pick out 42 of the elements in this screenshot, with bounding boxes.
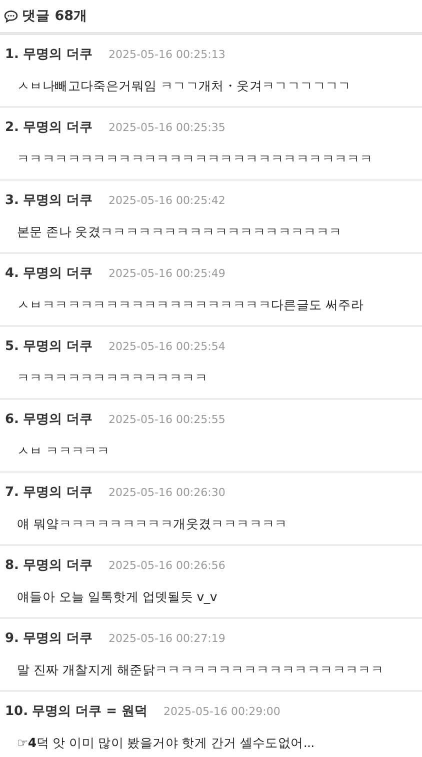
comment-time: 2025-05-16 00:26:56: [108, 558, 226, 574]
comment-time: 2025-05-16 00:29:00: [164, 704, 280, 720]
comment-author: 무명의 더쿠: [22, 630, 93, 648]
comment-text: ㅋㅋㅋㅋㅋㅋㅋㅋㅋㅋㅋㅋㅋㅋㅋ: [16, 368, 209, 387]
comment-author: 무명의 더쿠: [22, 46, 93, 64]
comment-number: 1.: [5, 46, 19, 64]
comment-time: 2025-05-16 00:25:54: [108, 339, 226, 356]
comment-time: 2025-05-16 00:26:30: [108, 485, 226, 502]
comment-number: 10.: [5, 703, 28, 722]
comment-time: 2025-05-16 00:25:13: [108, 47, 226, 64]
comment-text: 말 진짜 개찰지게 해준닭ㅋㅋㅋㅋㅋㅋㅋㅋㅋㅋㅋㅋㅋㅋㅋㅋㅋㅋ: [16, 660, 385, 679]
comment-time: 2025-05-16 00:25:42: [108, 193, 226, 210]
comment-author: 무명의 더쿠: [22, 411, 93, 430]
comment-author: 무명의 더쿠: [22, 265, 93, 284]
comment-author: 무명의 더쿠: [22, 338, 93, 356]
comment-author: 무명의 더쿠 = 원덕: [32, 703, 148, 722]
comment-number: 2.: [5, 119, 19, 138]
comment-count: 댓글 68개: [22, 7, 88, 26]
comment-number: 5.: [5, 338, 19, 356]
comment-number: 9.: [5, 630, 19, 648]
comment-time: 2025-05-16 00:25:35: [108, 120, 226, 136]
comment-text: ㅅㅂ나빼고다죽은거뭐임 ㅋㄱㄱ개처・웃겨ㅋㄱㄱㄱㄱㄱㄱ: [16, 76, 352, 95]
comment-number: 3.: [5, 192, 19, 210]
comment-text: ☞4덕 앗 이미 많이 봤을거야 핫게 간거 셀수도없어...: [16, 734, 316, 752]
comment-author: 무명의 더쿠: [22, 557, 93, 576]
comment-time: 2025-05-16 00:25:49: [108, 266, 226, 282]
comment-number: 4.: [5, 265, 19, 284]
comment-text: 얘 뭐얔ㅋㅋㅋㅋㅋㅋㅋㅋㅋ개웃겼ㅋㅋㅋㅋㅋㅋ: [16, 514, 288, 533]
comment-time: 2025-05-16 00:27:19: [108, 631, 226, 648]
comment-text: ㅅㅂ ㅋㅋㅋㅋㅋ: [16, 442, 111, 460]
comment-text: 얘들아 오늘 일톡핫게 업뎃될듯 v_v: [16, 588, 218, 606]
comment-text: 본문 존나 웃겼ㅋㅋㅋㅋㅋㅋㅋㅋㅋㅋㅋㅋㅋㅋㅋㅋㅋㅋㅋ: [16, 222, 343, 241]
comment-number: 8.: [5, 557, 19, 576]
comment-number: 7.: [5, 484, 19, 502]
speech-bubble-icon: [4, 10, 18, 23]
comment-time: 2025-05-16 00:25:55: [108, 412, 226, 428]
comment-author: 무명의 더쿠: [22, 484, 93, 502]
comment-author: 무명의 더쿠: [22, 192, 93, 210]
comment-author: 무명의 더쿠: [22, 119, 93, 138]
comment-text: ㅅㅂㅋㅋㅋㅋㅋㅋㅋㅋㅋㅋㅋㅋㅋㅋㅋㅋㅋㅋ다른글도 써주라: [16, 296, 365, 314]
comment-text: ㅋㅋㅋㅋㅋㅋㅋㅋㅋㅋㅋㅋㅋㅋㅋㅋㅋㅋㅋㅋㅋㅋㅋㅋㅋㅋㅋㅋ: [16, 150, 374, 168]
comment-number: 6.: [5, 411, 19, 430]
